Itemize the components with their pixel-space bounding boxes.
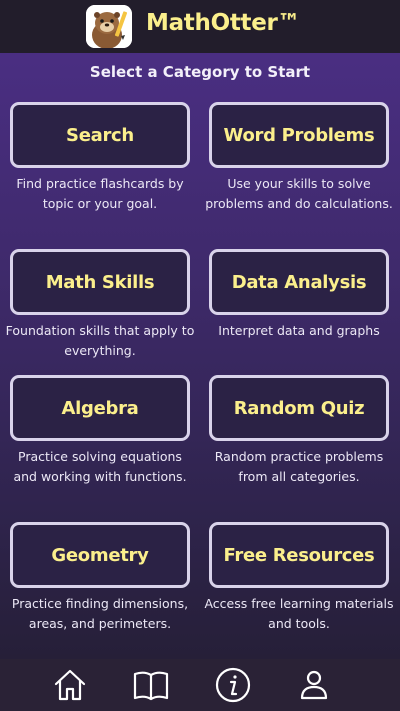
user-icon[interactable]	[294, 665, 334, 705]
random-quiz-button[interactable]: Random Quiz	[209, 375, 389, 441]
bottom-nav	[0, 659, 400, 711]
geometry-button[interactable]: Geometry	[10, 522, 190, 588]
book-icon[interactable]	[131, 665, 171, 705]
algebra-button[interactable]: Algebra	[10, 375, 190, 441]
word-problems-button[interactable]: Word Problems	[209, 102, 389, 168]
free-resources-description: Access free learning materials and tools…	[204, 596, 394, 631]
app-header: MathOtter™	[0, 0, 400, 53]
search-button[interactable]: Search	[10, 102, 190, 168]
free-resources-button[interactable]: Free Resources	[209, 522, 389, 588]
search-description: Find practice flashcards by topic or you…	[16, 176, 184, 211]
word-problems-description: Use your skills to solve problems and do…	[205, 176, 393, 211]
geometry-description: Practice finding dimensions, areas, and …	[11, 596, 189, 631]
info-icon[interactable]	[213, 665, 253, 705]
app-title: MathOtter™	[146, 10, 301, 36]
home-icon[interactable]	[50, 665, 90, 705]
data-analysis-description: Interpret data and graphs	[218, 323, 380, 338]
category-page: Select a Category to Start Search Find p…	[0, 53, 400, 659]
math-skills-button[interactable]: Math Skills	[10, 249, 190, 315]
otter-logo-icon[interactable]	[86, 5, 132, 48]
algebra-description: Practice solving equations and working w…	[13, 449, 187, 484]
data-analysis-button[interactable]: Data Analysis	[209, 249, 389, 315]
page-subtitle: Select a Category to Start	[89, 63, 311, 81]
random-quiz-description: Random practice problems from all catego…	[214, 449, 384, 484]
math-skills-description: Foundation skills that apply to everythi…	[5, 323, 195, 358]
